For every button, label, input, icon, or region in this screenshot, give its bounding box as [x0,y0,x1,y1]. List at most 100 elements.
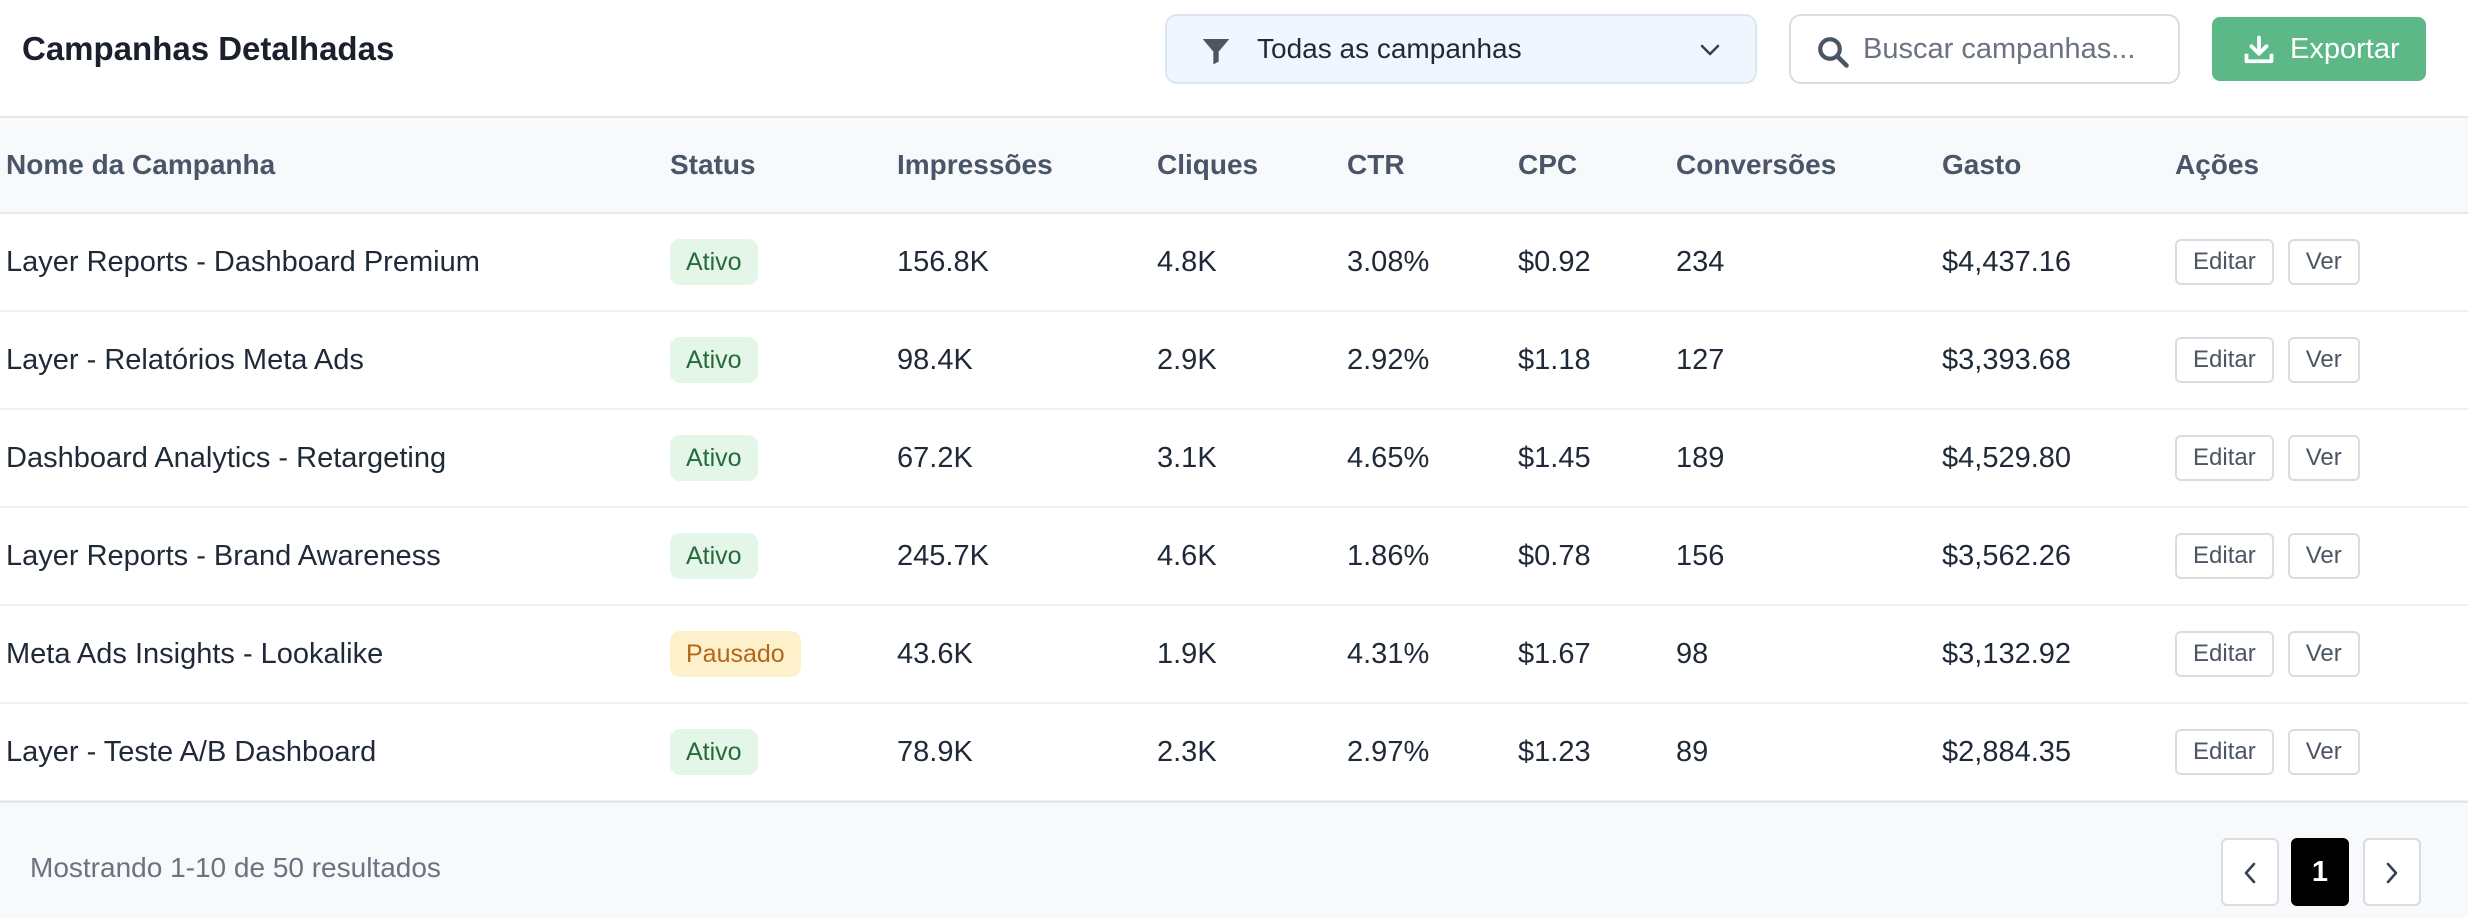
cell-cpc: $0.92 [1518,245,1591,278]
edit-button[interactable]: Editar [2175,239,2274,285]
table-row[interactable]: Layer - Relatórios Meta Ads Ativo 98.4K 2.9… [0,311,2468,409]
view-button[interactable]: Ver [2287,631,2360,677]
column-header-impressions[interactable]: Impressões [897,116,1157,214]
cell-actions: Editar Ver [2175,213,2468,311]
export-button-label: Exportar [2290,33,2400,65]
cell-clicks: 2.9K [1157,343,1217,376]
status-badge: Ativo [670,337,758,383]
filter-icon [1202,39,1230,65]
cell-actions: Editar Ver [2175,703,2468,801]
table-footer: Mostrando 1-10 de 50 resultados 1 [0,801,2468,918]
view-button[interactable]: Ver [2287,729,2360,775]
edit-button[interactable]: Editar [2175,435,2274,481]
cell-spend: $3,393.68 [1942,343,2072,376]
column-header-ctr[interactable]: CTR [1347,116,1518,214]
view-button[interactable]: Ver [2287,533,2360,579]
search-box[interactable] [1789,14,2180,84]
cell-actions: Editar Ver [2175,605,2468,703]
export-button[interactable]: Exportar [2212,17,2426,81]
table-header-row: Nome da Campanha Status Impressões Cliqu… [0,116,2468,214]
status-badge: Pausado [670,631,801,677]
cell-name: Layer - Teste A/B Dashboard [6,735,377,768]
column-header-conversions[interactable]: Conversões [1676,116,1942,214]
column-header-cpc[interactable]: CPC [1518,116,1676,214]
status-badge: Ativo [670,533,758,579]
cell-conversions: 127 [1676,343,1725,376]
cell-clicks: 3.1K [1157,441,1217,474]
header-bar: Campanhas Detalhadas Todas as campanhas … [0,0,2468,117]
cell-spend: $4,529.80 [1942,441,2072,474]
edit-button[interactable]: Editar [2175,631,2274,677]
cell-clicks: 4.8K [1157,245,1217,278]
edit-button[interactable]: Editar [2175,337,2274,383]
cell-conversions: 189 [1676,441,1725,474]
cell-ctr: 2.97% [1347,735,1430,768]
prev-page-button[interactable] [2221,838,2279,906]
chevron-left-icon [2244,862,2256,884]
column-header-spend[interactable]: Gasto [1942,116,2175,214]
edit-button[interactable]: Editar [2175,533,2274,579]
column-header-status[interactable]: Status [670,116,897,214]
cell-name: Layer Reports - Brand Awareness [6,539,441,572]
campaign-filter-select[interactable]: Todas as campanhas [1165,14,1757,84]
cell-status: Ativo [670,213,897,311]
edit-button[interactable]: Editar [2175,729,2274,775]
cell-actions: Editar Ver [2175,311,2468,409]
cell-status: Ativo [670,409,897,507]
search-input[interactable] [1863,20,2163,78]
column-header-clicks[interactable]: Cliques [1157,116,1347,214]
cell-status: Ativo [670,507,897,605]
chevron-down-icon [1700,44,1720,56]
cell-ctr: 2.92% [1347,343,1430,376]
cell-cpc: $1.23 [1518,735,1591,768]
cell-cpc: $1.45 [1518,441,1591,474]
cell-spend: $3,132.92 [1942,637,2072,670]
campaigns-table: Nome da Campanha Status Impressões Cliqu… [0,116,2468,802]
page-button-current[interactable]: 1 [2291,838,2349,906]
cell-ctr: 4.31% [1347,637,1430,670]
cell-impressions: 98.4K [897,343,973,376]
table-row[interactable]: Meta Ads Insights - Lookalike Pausado 43.6… [0,605,2468,703]
next-page-button[interactable] [2363,838,2421,906]
view-button[interactable]: Ver [2287,239,2360,285]
cell-spend: $4,437.16 [1942,245,2072,278]
cell-clicks: 2.3K [1157,735,1217,768]
status-badge: Ativo [670,435,758,481]
cell-status: Ativo [670,311,897,409]
cell-status: Pausado [670,605,897,703]
cell-name: Layer Reports - Dashboard Premium [6,245,480,278]
cell-actions: Editar Ver [2175,507,2468,605]
cell-ctr: 1.86% [1347,539,1430,572]
cell-ctr: 4.65% [1347,441,1430,474]
table-row[interactable]: Dashboard Analytics - Retargeting Ativo 67… [0,409,2468,507]
search-icon [1818,37,1849,68]
cell-spend: $2,884.35 [1942,735,2072,768]
status-badge: Ativo [670,239,758,285]
column-header-actions: Ações [2175,116,2468,214]
table-row[interactable]: Layer - Teste A/B Dashboard Ativo 78.9K 2.3… [0,703,2468,801]
cell-ctr: 3.08% [1347,245,1430,278]
cell-clicks: 1.9K [1157,637,1217,670]
table-row[interactable]: Layer Reports - Brand Awareness Ativo 245.… [0,507,2468,605]
table-row[interactable]: Layer Reports - Dashboard Premium Ativo 15… [0,213,2468,311]
cell-impressions: 156.8K [897,245,989,278]
view-button[interactable]: Ver [2287,337,2360,383]
cell-cpc: $1.67 [1518,637,1591,670]
campaigns-table-container: Nome da Campanha Status Impressões Cliqu… [0,116,2468,802]
cell-status: Ativo [670,703,897,801]
cell-impressions: 78.9K [897,735,973,768]
cell-name: Meta Ads Insights - Lookalike [6,637,384,670]
cell-name: Layer - Relatórios Meta Ads [6,343,364,376]
view-button[interactable]: Ver [2287,435,2360,481]
cell-spend: $3,562.26 [1942,539,2072,572]
cell-actions: Editar Ver [2175,409,2468,507]
cell-conversions: 89 [1676,735,1709,768]
cell-name: Dashboard Analytics - Retargeting [6,441,447,474]
cell-conversions: 156 [1676,539,1725,572]
column-header-name[interactable]: Nome da Campanha [0,116,670,214]
cell-clicks: 4.6K [1157,539,1217,572]
page-title: Campanhas Detalhadas [22,30,395,67]
chevron-right-icon [2386,862,2398,884]
cell-impressions: 67.2K [897,441,973,474]
cell-conversions: 98 [1676,637,1709,670]
